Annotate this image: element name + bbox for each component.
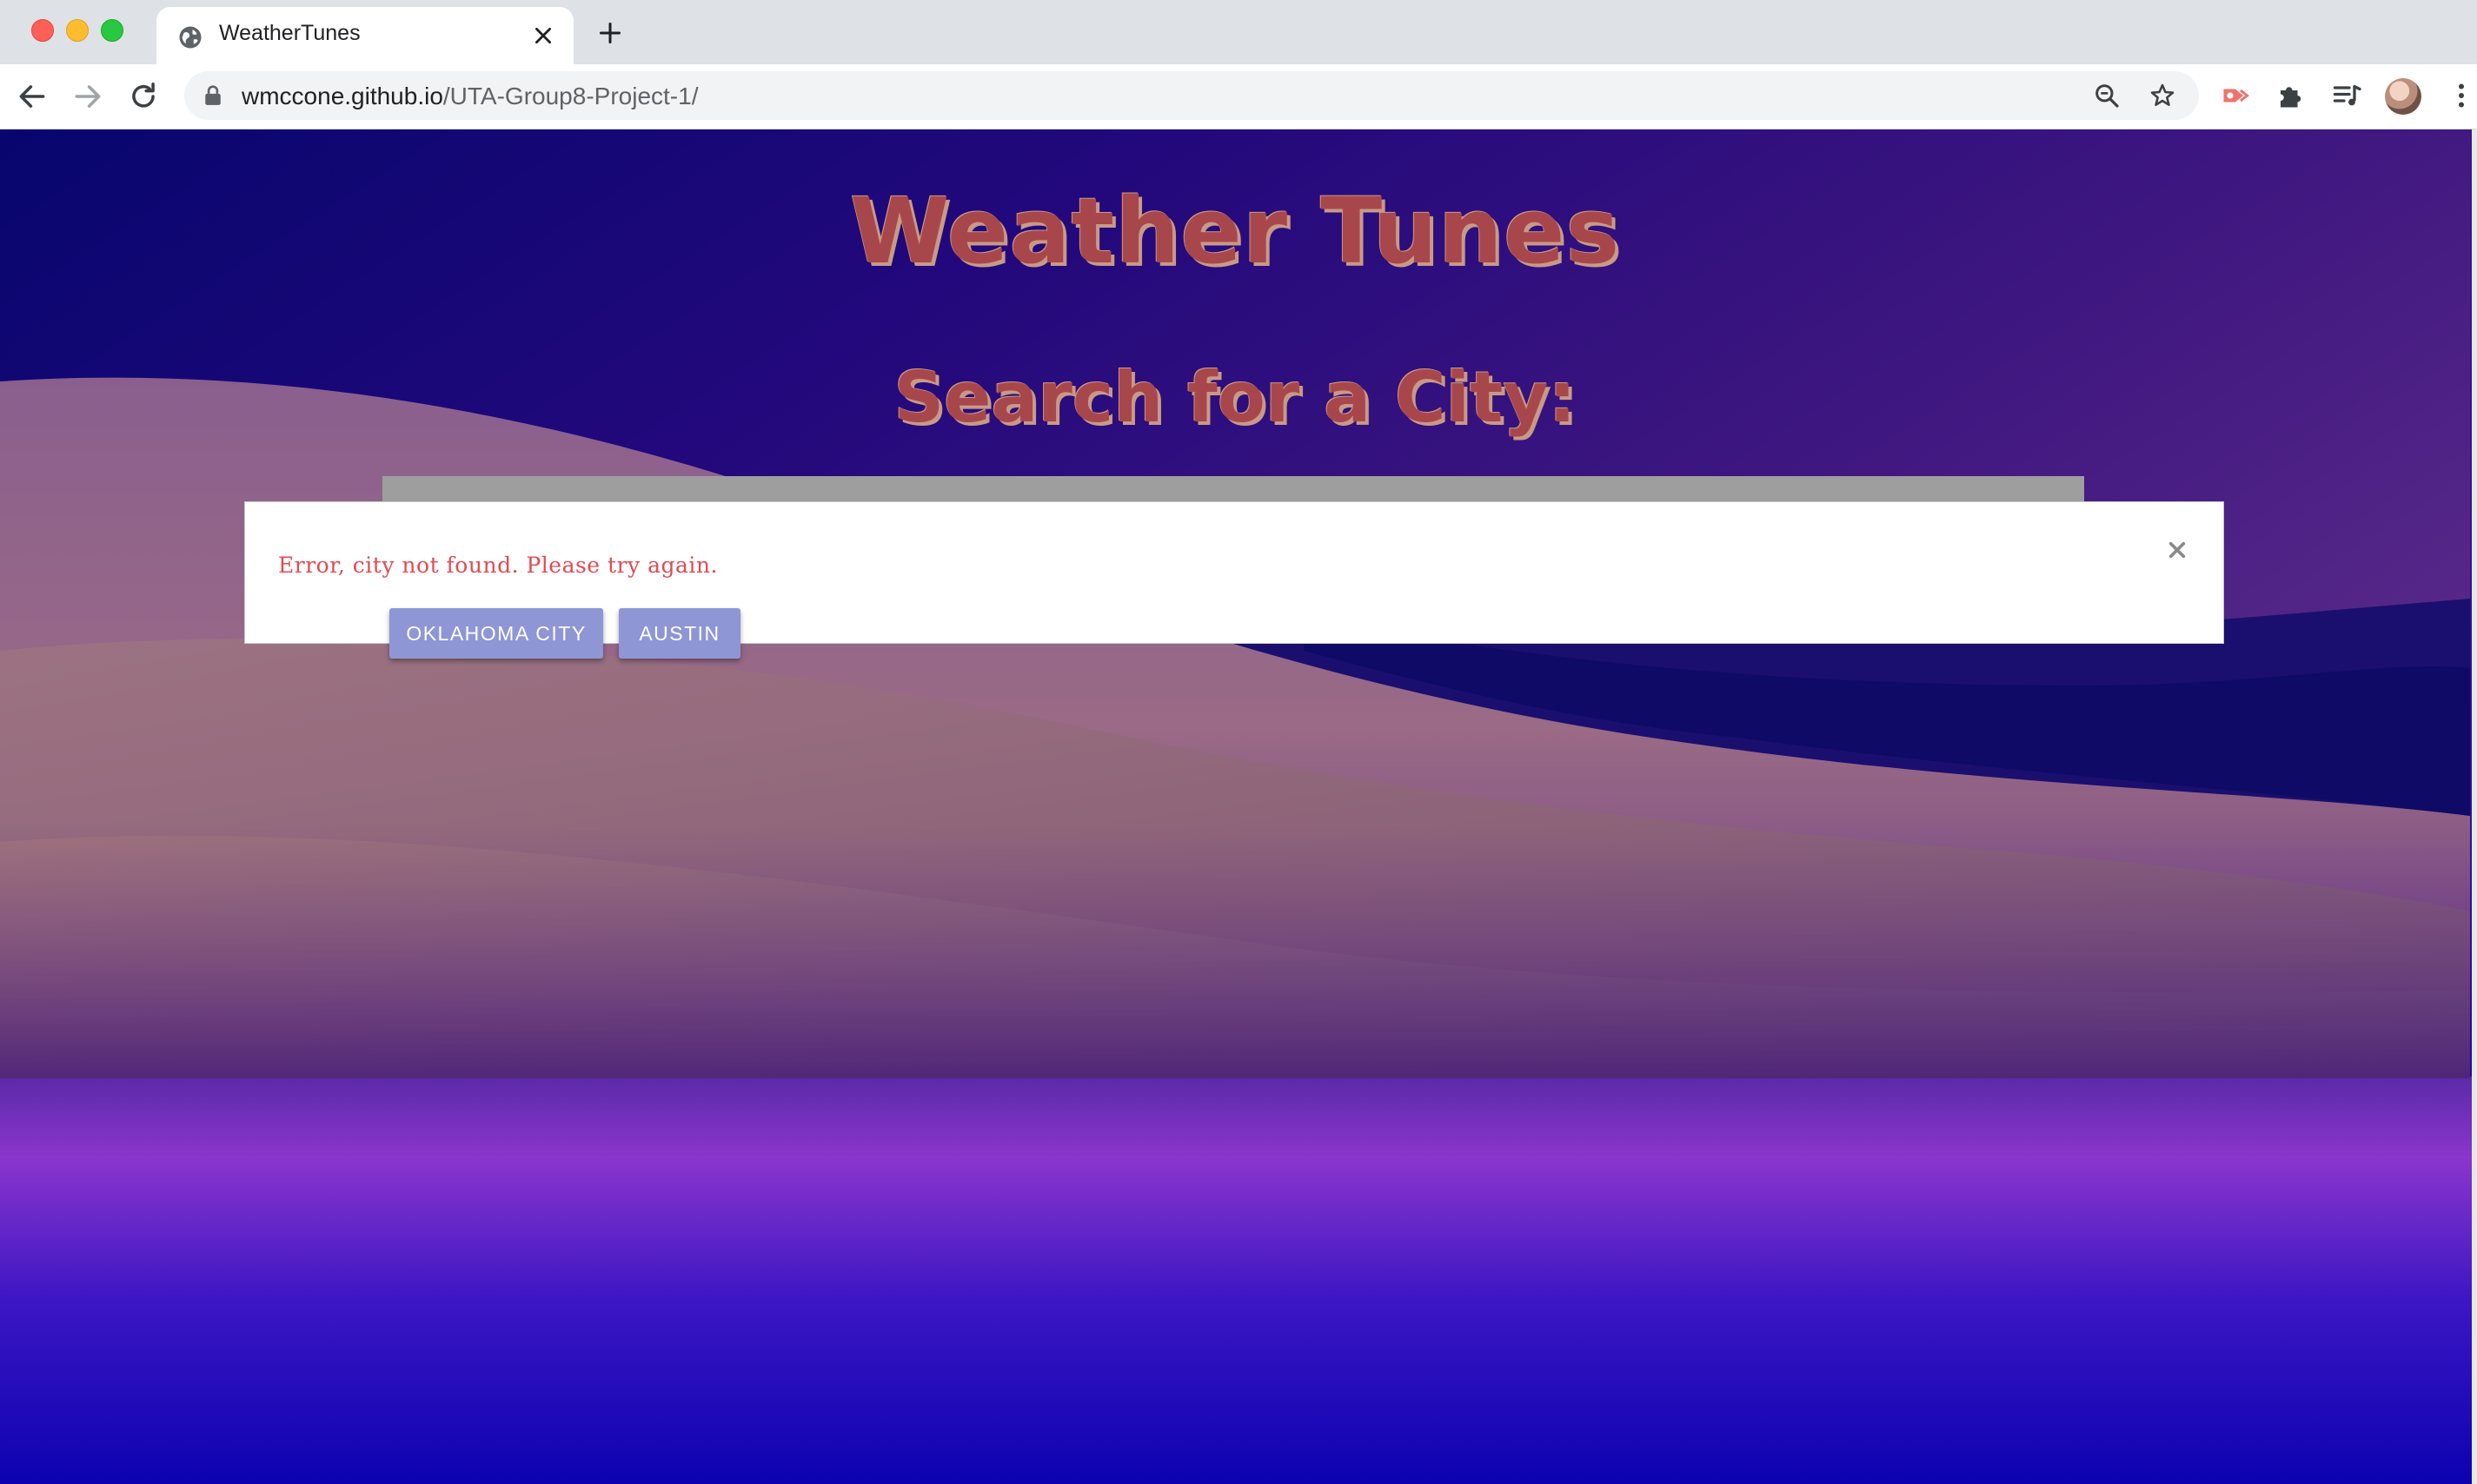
tab-title: WeatherTunes [219,21,361,45]
history-button-oklahoma-city[interactable]: OKLAHOMA CITY [389,608,603,659]
url-text[interactable]: wmccone.github.io/UTA-Group8-Project-1/ [242,83,698,110]
profile-avatar[interactable] [2385,78,2421,115]
page-viewport: Weather Tunes Search for a City: Error, … [0,129,2477,1484]
browser-toolbar: wmccone.github.io/UTA-Group8-Project-1/ [0,64,2477,129]
desert-background [0,129,2477,1484]
search-heading: Search for a City: [893,357,1577,438]
error-message: Error, city not found. Please try again. [278,553,718,578]
page-title: Weather Tunes [849,178,1621,284]
plus-icon[interactable] [598,21,622,45]
reload-icon[interactable] [127,80,160,113]
globe-icon [179,26,202,49]
window-close-button[interactable] [31,19,54,42]
history-button-austin[interactable]: AUSTIN [619,608,740,659]
star-icon[interactable] [2148,82,2176,109]
puzzle-icon[interactable] [2275,80,2307,111]
browser-tab-bar: WeatherTunes [0,0,2477,64]
close-icon[interactable] [532,24,555,47]
browser-tab[interactable]: WeatherTunes [156,7,574,64]
zoom-icon[interactable] [2093,82,2121,109]
back-arrow-icon[interactable] [16,80,49,113]
extension-cast-icon[interactable] [2220,80,2251,111]
kebab-menu-icon[interactable] [2446,80,2477,111]
address-bar[interactable]: wmccone.github.io/UTA-Group8-Project-1/ [184,71,2199,120]
page-scrollbar[interactable] [2472,129,2477,1484]
close-icon[interactable] [2168,540,2187,560]
media-queue-icon[interactable] [2331,80,2362,111]
window-minimize-button[interactable] [66,19,89,42]
url-path: /UTA-Group8-Project-1/ [442,83,699,109]
forward-arrow-icon[interactable] [71,80,104,113]
url-host: wmccone.github.io [242,83,443,109]
lock-icon[interactable] [203,85,222,106]
window-zoom-button[interactable] [101,19,123,42]
